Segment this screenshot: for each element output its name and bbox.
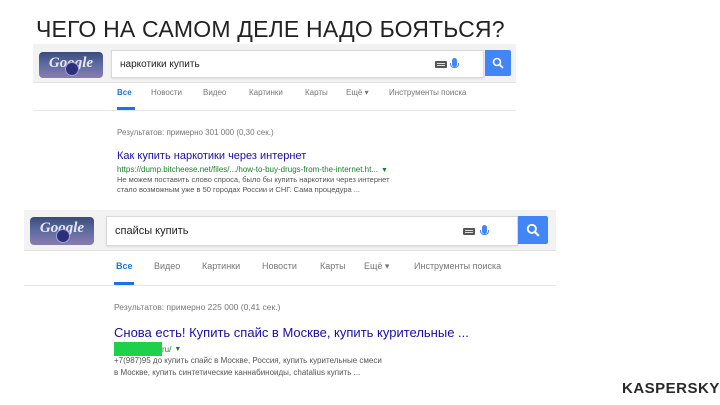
search-box[interactable]: наркотики купить [111,50,484,78]
snippet-line: стало возможным уже в 50 городах России … [117,185,360,194]
result-snippet: +7(987)95 до купить спайс в Москве, Росс… [114,355,454,379]
tab-maps[interactable]: Карты [320,261,346,271]
search-box[interactable]: спайсы купить [106,216,518,246]
google-doodle-logo[interactable]: Google [39,52,103,78]
result-url[interactable]: ru/▼ [114,342,181,356]
tab-search-tools[interactable]: Инструменты поиска [389,88,466,97]
search-input[interactable]: спайсы купить [115,217,189,245]
tab-all[interactable]: Все [116,261,133,271]
keyboard-icon[interactable] [463,228,475,235]
tab-all[interactable]: Все [117,88,132,97]
search-screenshot-2: Google спайсы купить Все Видео Картинки … [24,210,556,390]
tab-more[interactable]: Ещё ▾ [346,88,369,97]
search-tabs: Все Видео Картинки Новости Карты Ещё ▾ И… [24,258,556,285]
search-icon [526,223,540,237]
tab-news[interactable]: Новости [262,261,297,271]
tab-more[interactable]: Ещё ▾ [364,261,389,272]
kaspersky-logo-text: KASPERSKY [622,380,720,397]
result-title-link[interactable]: Снова есть! Купить спайс в Москве, купит… [114,325,469,340]
caret-down-icon[interactable]: ▼ [381,167,388,174]
snippet-line: в Москве, купить синтетические каннабино… [114,368,361,377]
microphone-icon[interactable] [480,225,489,235]
keyboard-icon[interactable] [435,61,447,68]
search-screenshot-1: Google наркотики купить Все Новости Виде… [33,44,516,204]
search-header: Google спайсы купить [24,210,556,251]
caret-down-icon[interactable]: ▼ [174,346,181,353]
search-icon [492,57,504,69]
search-header: Google наркотики купить [33,44,516,83]
tab-video[interactable]: Видео [203,88,226,97]
tab-images[interactable]: Картинки [249,88,283,97]
search-button[interactable] [485,50,511,76]
tabs-divider [33,110,516,111]
result-url[interactable]: https://dump.bitcheese.net/files/.../how… [117,165,388,174]
tab-news[interactable]: Новости [151,88,182,97]
snippet-line: +7(987)95 до купить спайс в Москве, Росс… [114,356,382,365]
result-url-text: ru/ [162,344,172,354]
slide-title: ЧЕГО НА САМОМ ДЕЛЕ НАДО БОЯТЬСЯ? [36,16,505,42]
result-url-text: https://dump.bitcheese.net/files/.../how… [117,165,379,174]
google-doodle-logo[interactable]: Google [30,217,94,245]
tabs-divider [24,285,556,286]
doodle-figure-icon [56,229,70,243]
search-input[interactable]: наркотики купить [120,51,200,77]
search-tabs: Все Новости Видео Картинки Карты Ещё ▾ И… [33,88,516,110]
kaspersky-logo: KASPERSKY [622,380,720,397]
redaction-block [114,342,162,356]
result-snippet: Не можем поставить слово спроса, было бы… [117,175,417,195]
search-button[interactable] [518,216,548,244]
tab-video[interactable]: Видео [154,261,180,271]
result-title-link[interactable]: Как купить наркотики через интернет [117,150,306,162]
snippet-line: Не можем поставить слово спроса, было бы… [117,175,390,184]
tab-images[interactable]: Картинки [202,261,240,271]
result-stats: Результатов: примерно 225 000 (0,41 сек.… [114,302,281,312]
doodle-figure-icon [65,62,79,76]
tab-search-tools[interactable]: Инструменты поиска [414,261,501,271]
microphone-icon[interactable] [450,58,459,68]
result-stats: Результатов: примерно 301 000 (0,30 сек.… [117,128,274,137]
tab-maps[interactable]: Карты [305,88,328,97]
